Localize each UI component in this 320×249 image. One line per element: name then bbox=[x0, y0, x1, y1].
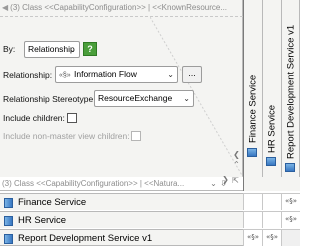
matrix-cell[interactable]: «§» bbox=[262, 229, 281, 246]
class-title-top[interactable]: ◀ (3) Class <<CapabilityConfiguration>> |… bbox=[2, 3, 242, 12]
stereotype-dropdown[interactable]: ResourceExchange ⌄ bbox=[94, 90, 194, 107]
by-dropdown[interactable]: Relationship ⌄ bbox=[24, 41, 80, 58]
matrix-cell[interactable] bbox=[243, 193, 262, 210]
collapse-icon[interactable]: ⇱ bbox=[231, 176, 240, 185]
include-children-checkbox[interactable] bbox=[67, 113, 77, 123]
matrix-divider bbox=[0, 190, 243, 191]
column-label: Finance Service bbox=[247, 74, 259, 143]
row-label: Finance Service bbox=[18, 197, 87, 208]
matrix-cell[interactable]: «§» bbox=[281, 211, 300, 228]
matrix-cell[interactable] bbox=[262, 211, 281, 228]
matrix-cell-diagonal bbox=[281, 229, 300, 246]
scroll-left-icon[interactable]: ❮ bbox=[232, 150, 241, 159]
service-element-icon bbox=[4, 216, 13, 226]
column-header-finance-service[interactable]: Finance Service bbox=[243, 0, 262, 177]
scroll-up-icon[interactable]: ⌃ bbox=[232, 160, 241, 169]
row-finance-service[interactable]: Finance Service bbox=[0, 193, 243, 210]
row-label: Report Development Service v1 bbox=[18, 233, 153, 244]
column-label: HR Service bbox=[266, 104, 278, 153]
column-header-report-development-service-v1[interactable]: Report Development Service v1 bbox=[281, 0, 300, 177]
relationship-dropdown[interactable]: «§» Information Flow ⌄ bbox=[55, 66, 178, 83]
by-dropdown-value: Relationship bbox=[28, 44, 75, 54]
row-hr-service[interactable]: HR Service bbox=[0, 211, 243, 228]
class-title-bottom[interactable]: (3) Class <<CapabilityConfiguration>> | … bbox=[2, 179, 220, 188]
service-element-icon bbox=[285, 163, 295, 172]
matrix-cell[interactable] bbox=[243, 211, 262, 228]
row-label: HR Service bbox=[18, 215, 67, 226]
by-label: By: bbox=[3, 44, 16, 54]
column-header-hr-service[interactable]: HR Service bbox=[262, 0, 281, 177]
relationship-label: Relationship: bbox=[3, 70, 53, 80]
matrix-cell[interactable]: «§» bbox=[281, 193, 300, 210]
stereotype-dropdown-value: ResourceExchange bbox=[98, 93, 173, 103]
chevron-down-icon: ⌄ bbox=[167, 70, 174, 79]
chevron-down-icon: ⌄ bbox=[69, 45, 76, 54]
matrix-cell[interactable] bbox=[262, 193, 281, 210]
matrix-cell[interactable]: «§» bbox=[243, 229, 262, 246]
service-element-icon bbox=[4, 198, 13, 208]
row-report-development-service-v1[interactable]: Report Development Service v1 bbox=[0, 229, 243, 246]
service-element-icon bbox=[4, 234, 13, 244]
chevron-left-icon: ◀ bbox=[2, 3, 9, 12]
column-header-footer bbox=[243, 177, 300, 191]
include-children-label: Include children: bbox=[3, 113, 65, 123]
column-label: Report Development Service v1 bbox=[285, 24, 296, 159]
information-flow-icon: «§» bbox=[59, 72, 71, 79]
browse-button[interactable]: ... bbox=[182, 66, 202, 83]
class-title-top-text: (3) Class <<CapabilityConfiguration>> | … bbox=[10, 3, 228, 12]
stereotype-label: Relationship Stereotype: bbox=[3, 94, 96, 104]
service-element-icon bbox=[266, 157, 276, 166]
chevron-down-icon: ⌄ bbox=[183, 94, 190, 103]
class-title-bottom-text: (3) Class <<CapabilityConfiguration>> | … bbox=[2, 179, 185, 188]
sort-icon[interactable]: ⇩ bbox=[219, 179, 228, 188]
chevron-down-icon[interactable]: ⌄ bbox=[209, 179, 218, 188]
help-button[interactable]: ? bbox=[83, 42, 97, 56]
service-element-icon bbox=[247, 148, 257, 157]
include-nonmaster-label: Include non-master view children: bbox=[3, 131, 130, 141]
relationship-dropdown-value: Information Flow bbox=[74, 69, 137, 79]
include-nonmaster-checkbox[interactable] bbox=[131, 131, 141, 141]
